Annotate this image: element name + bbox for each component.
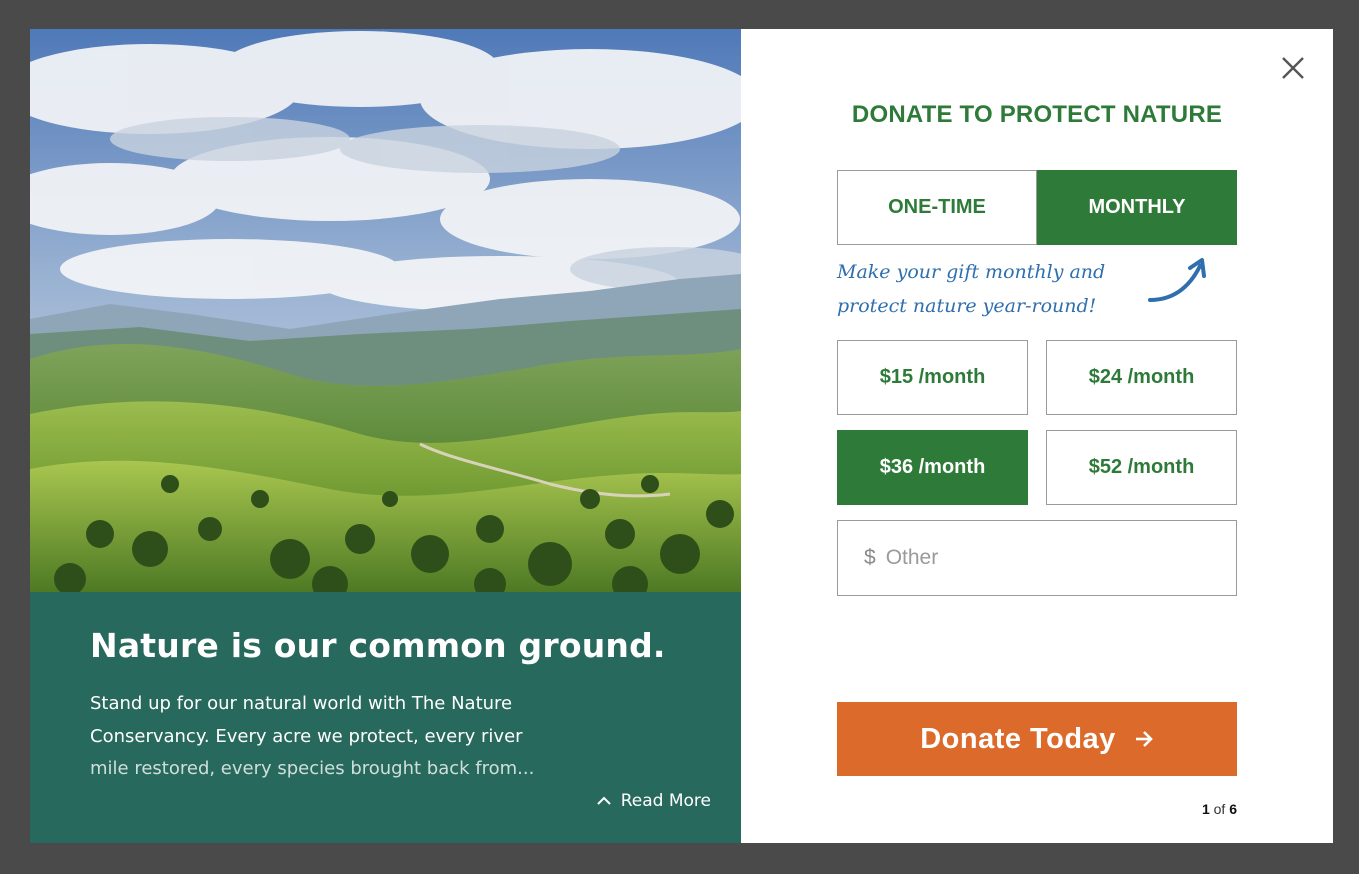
donation-modal: Nature is our common ground. Stand up fo…: [30, 29, 1333, 843]
amount-15-button[interactable]: $15 /month: [837, 340, 1028, 415]
nudge-line-1: Make your gift monthly and: [837, 261, 1106, 283]
currency-symbol: $: [864, 546, 876, 569]
step-pager: 1 of 6: [1137, 801, 1237, 817]
one-time-button[interactable]: ONE-TIME: [837, 170, 1037, 245]
pager-total: 6: [1229, 801, 1237, 817]
story-block: Nature is our common ground. Stand up fo…: [30, 592, 741, 843]
close-icon[interactable]: [1280, 55, 1306, 81]
donation-panel: DONATE TO PROTECT NATURE ONE-TIME MONTHL…: [741, 29, 1333, 843]
pager-current: 1: [1201, 801, 1210, 817]
donation-title: DONATE TO PROTECT NATURE: [851, 101, 1223, 128]
chevron-up-icon: [597, 796, 611, 805]
frequency-toggle: ONE-TIME MONTHLY: [837, 170, 1237, 245]
story-body: Stand up for our natural world with The …: [90, 688, 560, 786]
story-panel: Nature is our common ground. Stand up fo…: [30, 29, 741, 843]
read-more-label: Read More: [620, 791, 711, 811]
other-amount-input[interactable]: [883, 545, 1208, 571]
landscape-image: [30, 29, 741, 592]
nudge-line-2: protect nature year-round!: [837, 295, 1097, 317]
curved-arrow-icon: [1148, 258, 1206, 302]
monthly-button[interactable]: MONTHLY: [1037, 170, 1237, 245]
monthly-nudge: Make your gift monthly and protect natur…: [837, 255, 1105, 323]
donate-today-button[interactable]: Donate Today: [837, 702, 1237, 776]
amount-24-button[interactable]: $24 /month: [1046, 340, 1237, 415]
amount-36-button[interactable]: $36 /month: [837, 430, 1028, 505]
other-amount-field[interactable]: $: [837, 520, 1237, 596]
pager-separator: of: [1213, 801, 1226, 817]
amount-52-button[interactable]: $52 /month: [1046, 430, 1237, 505]
donate-label: Donate Today: [920, 722, 1116, 755]
read-more-link[interactable]: Read More: [597, 791, 711, 811]
story-body-faded: mile restored, every species brought bac…: [90, 758, 535, 779]
story-body-visible: Stand up for our natural world with The …: [90, 693, 523, 747]
arrow-right-icon: [1135, 731, 1153, 747]
story-headline: Nature is our common ground.: [90, 626, 666, 665]
